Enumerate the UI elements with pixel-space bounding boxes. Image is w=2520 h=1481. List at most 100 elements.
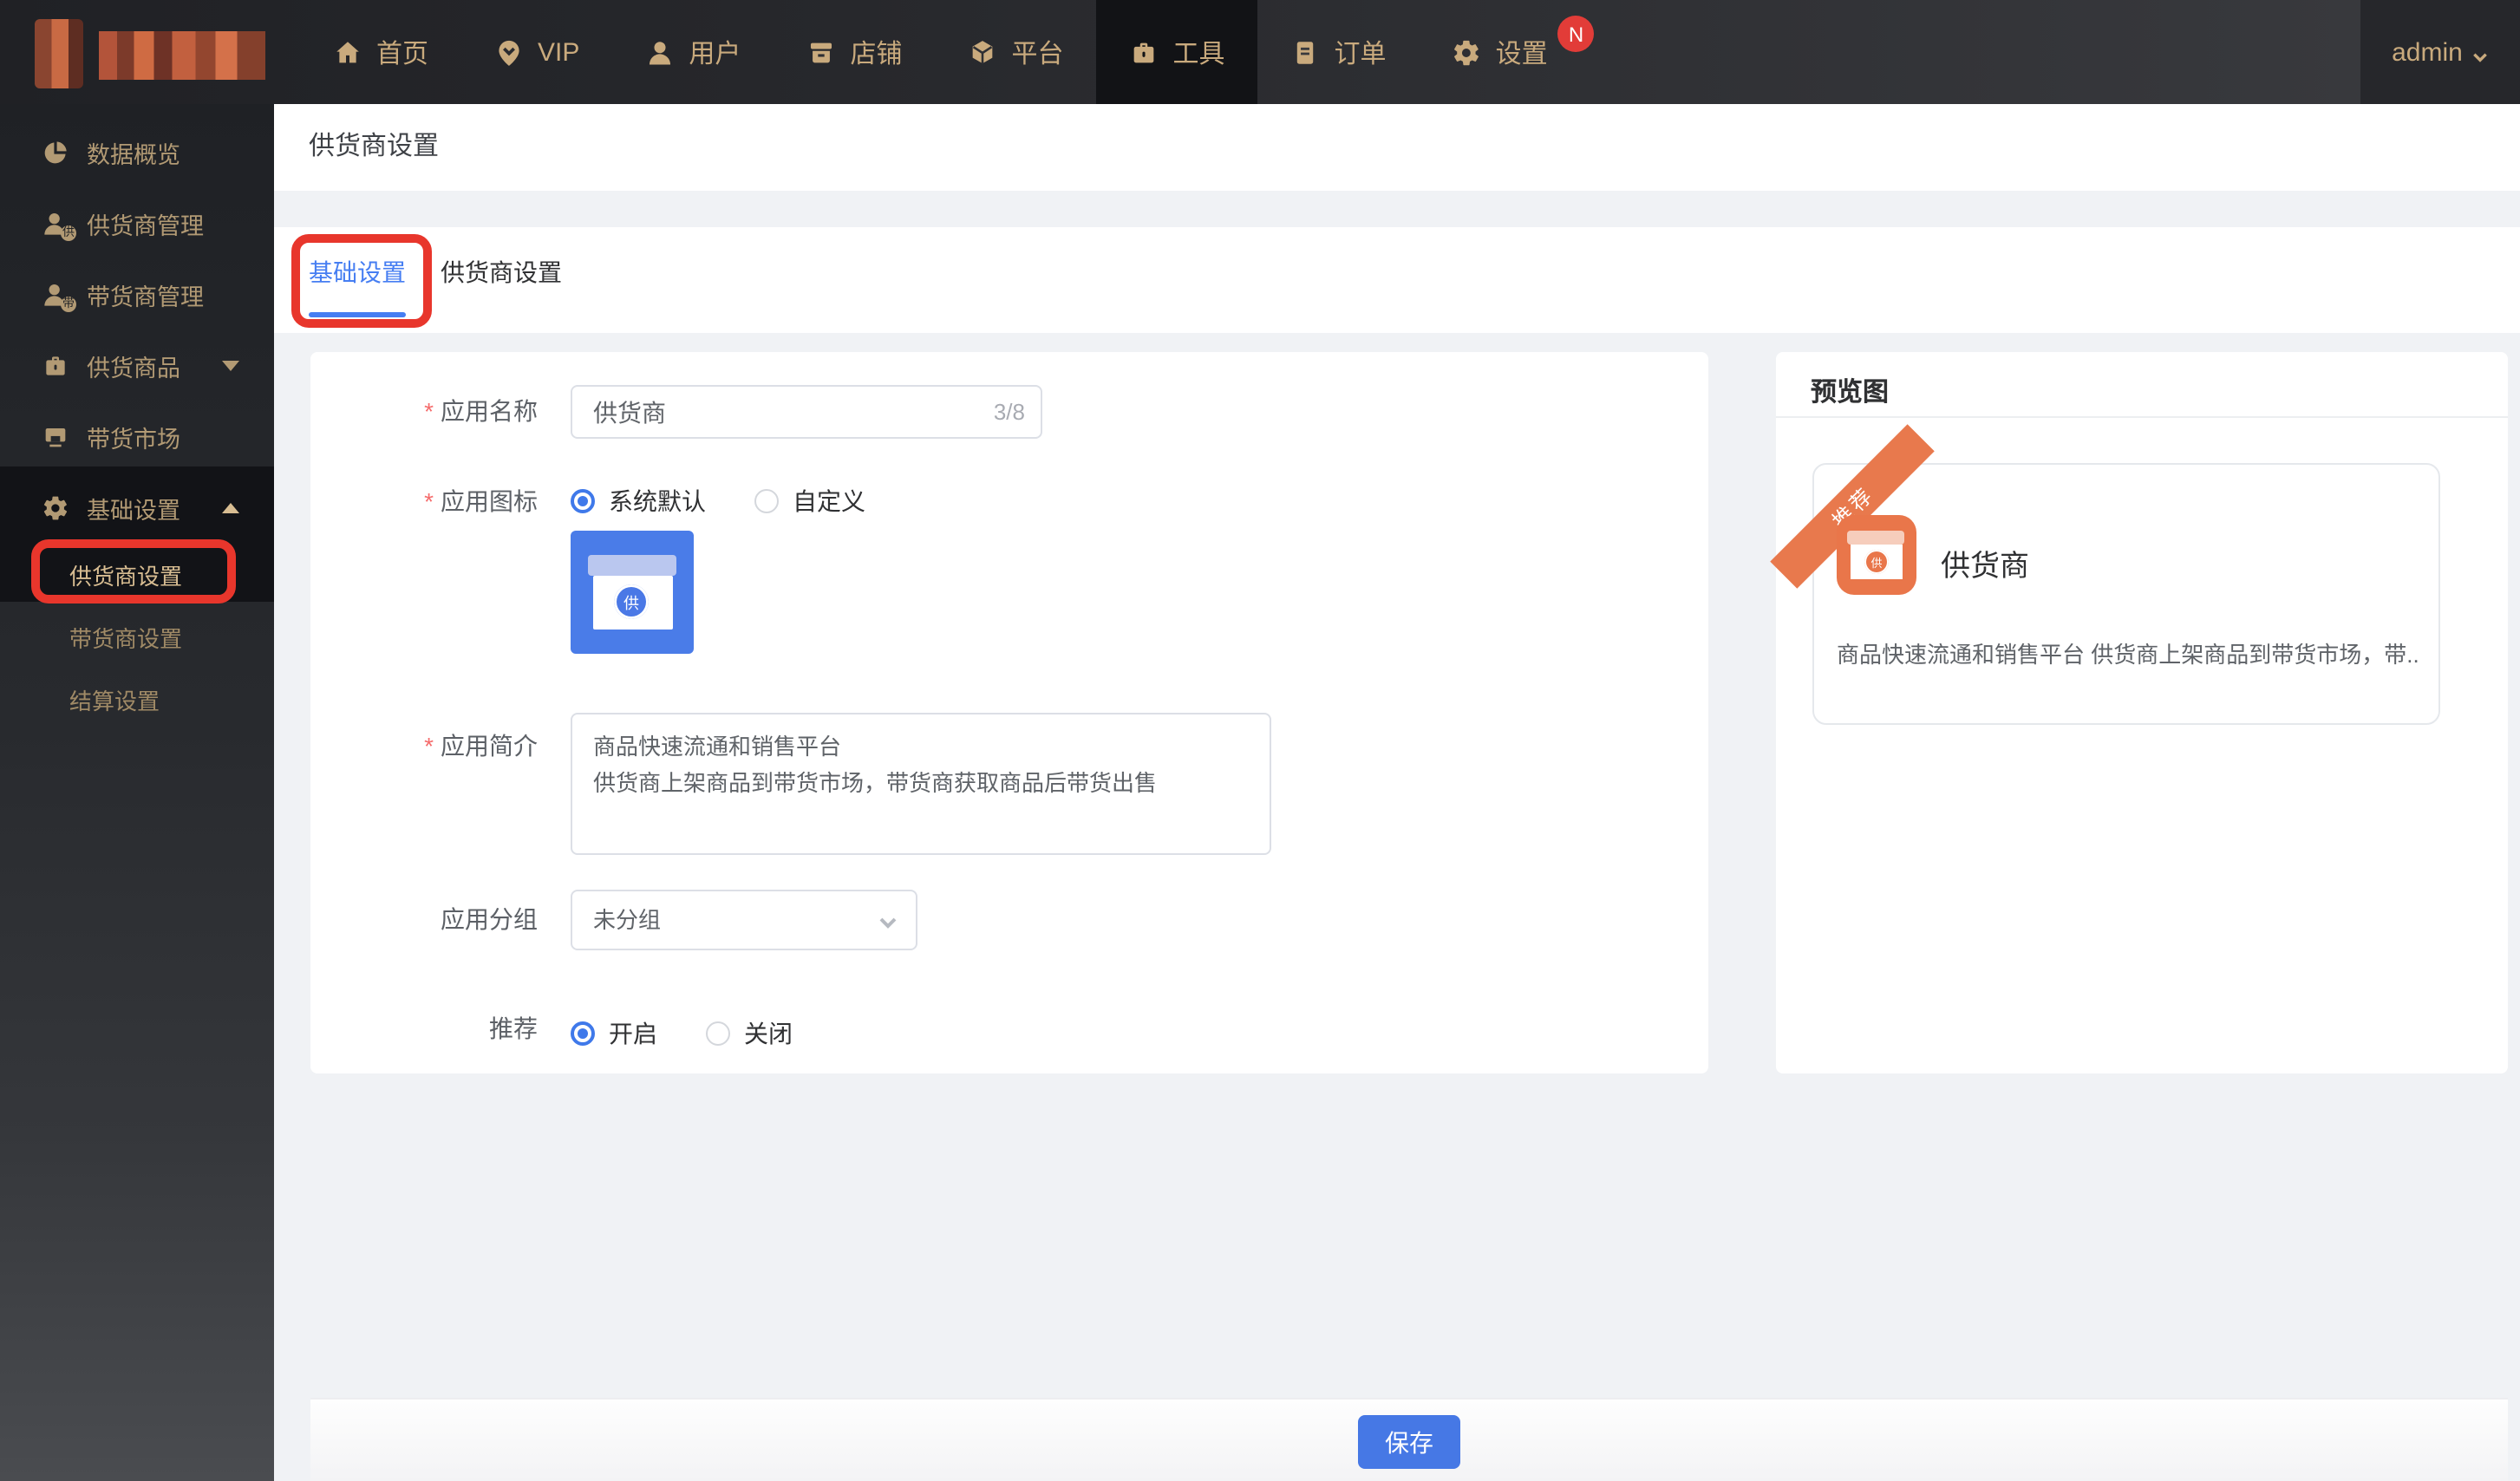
logo-mark [35,19,83,88]
radio-label-system-default[interactable]: 系统默认 [609,484,706,519]
form-row-recommend: 推荐 开启 关闭 [310,1016,1708,1051]
app-intro-textarea[interactable]: 商品快速流通和销售平台 供货商上架商品到带货市场，带货商获取商品后带货出售 [571,713,1271,855]
distributor-user-icon: 带 [42,280,69,308]
nav-item-label: 用户 [689,34,741,70]
sidebar-item-basic-settings[interactable]: 基础设置 [0,472,274,543]
user-icon [645,37,675,67]
page-title: 供货商设置 [309,104,439,191]
nav-item-label: 平台 [1011,34,1063,70]
order-list-icon [1291,37,1321,67]
nav-item-orders[interactable]: 订单 [1258,0,1420,104]
tab-basic-settings[interactable]: 基础设置 [309,227,406,317]
required-asterisk: * [424,397,434,425]
username: admin [2392,37,2463,67]
required-asterisk: * [424,487,434,515]
active-tab-underline [309,312,406,317]
nav-item-shops[interactable]: 店铺 [774,0,935,104]
nav-item-label: 设置 [1496,34,1548,70]
radio-recommend-on[interactable] [571,1021,595,1046]
preview-header: 预览图 [1776,352,2508,418]
new-badge: N [1558,16,1595,52]
radio-label-off[interactable]: 关闭 [744,1016,793,1051]
briefcase-icon [1130,37,1159,67]
supplier-badge: 供 [61,225,76,240]
preview-app-card: 推荐 供 供货商 商品快速流通和销售平台 供货商上架商品到带货市场，带... [1812,463,2440,725]
box-lid-shape [1847,531,1904,545]
app-icon-label: *应用图标 [310,484,571,519]
tab-label: 基础设置 [309,255,406,290]
chevron-down-icon [222,360,239,370]
form-row-app-name: *应用名称 3/8 [310,385,1708,439]
nav-item-label: 订单 [1335,34,1387,70]
sidebar-item-distributor-management[interactable]: 带 带货商管理 [0,258,274,329]
nav-item-platform[interactable]: 平台 [935,0,1096,104]
chevron-down-icon [2471,43,2489,61]
preview-panel: 预览图 推荐 供 供货商 商品快速流通和销售平台 供货商上架商品到带货市场，带.… [1776,352,2508,1073]
app-name-input[interactable] [571,385,1042,439]
nav-item-vip[interactable]: VIP [461,0,612,104]
nav-item-home[interactable]: 首页 [300,0,461,104]
app-name-label: *应用名称 [310,385,571,439]
chevron-up-icon [222,502,239,512]
nav-item-settings[interactable]: 设置 N [1420,0,1581,104]
sidebar-item-label: 数据概览 [87,134,180,169]
distributor-badge: 带 [61,296,76,311]
sidebar-subitem-supplier-settings[interactable]: 供货商设置 [0,543,274,605]
app-icon-preview-image[interactable]: 供 [571,531,694,654]
form-row-app-group: 应用分组 未分组 [310,890,1708,950]
nav-menu: 首页 VIP 用户 店铺 [300,0,1581,104]
sidebar-subitem-settlement-settings[interactable]: 结算设置 [0,668,274,730]
sidebar-subitem-label: 带货商设置 [69,620,182,653]
preview-title: 预览图 [1811,378,1889,408]
sidebar-subitem-distributor-settings[interactable]: 带货商设置 [0,605,274,668]
preview-app-icon: 供 [1837,515,1916,595]
save-button[interactable]: 保存 [1358,1415,1460,1469]
radio-recommend-off[interactable] [706,1021,730,1046]
supplier-glyph-badge: 供 [1864,550,1889,574]
top-navbar: 首页 VIP 用户 店铺 [0,0,2520,104]
char-counter: 3/8 [994,385,1025,439]
sidebar-item-data-overview[interactable]: 数据概览 [0,116,274,187]
goods-case-icon [42,351,69,379]
home-icon [333,37,362,67]
recommend-label: 推荐 [310,1016,571,1051]
settings-form-card: *应用名称 3/8 *应用图标 系统默认 自定义 供 [310,352,1708,1073]
nav-item-label: 首页 [376,34,428,70]
form-row-app-icon: *应用图标 系统默认 自定义 [310,484,1708,519]
sidebar-subitem-label: 供货商设置 [69,558,182,590]
app-logo[interactable] [0,0,295,104]
nav-item-label: VIP [538,37,579,67]
nav-item-tools[interactable]: 工具 [1097,0,1258,104]
supplier-settings-page: 首页 VIP 用户 店铺 [0,0,2520,1481]
chevron-down-icon [878,910,898,931]
tab-bar: 基础设置 供货商设置 [274,227,2520,333]
sidebar-item-label: 带货市场 [87,419,180,453]
gear-icon [42,493,69,521]
required-asterisk: * [424,732,434,760]
nav-item-users[interactable]: 用户 [612,0,774,104]
page-header: 供货商设置 [274,104,2520,191]
sidebar-item-supply-goods[interactable]: 供货商品 [0,329,274,401]
footer-action-bar: 保存 [310,1398,2508,1481]
sidebar-item-label: 供货商品 [87,348,180,382]
storefront-icon [806,37,836,67]
sidebar-item-label: 基础设置 [87,490,180,525]
tab-supplier-settings[interactable]: 供货商设置 [441,227,562,317]
nav-item-label: 工具 [1173,34,1225,70]
app-group-select[interactable]: 未分组 [571,890,917,950]
market-icon [42,422,69,450]
sidebar-item-label: 带货商管理 [87,277,204,311]
pie-chart-icon [42,138,69,166]
sidebar-item-market[interactable]: 带货市场 [0,401,274,472]
box-lid-shape [588,555,676,576]
radio-system-default[interactable] [571,489,595,513]
sidebar: 数据概览 供 供货商管理 带 带货商管理 供货商品 [0,104,274,1481]
radio-label-custom[interactable]: 自定义 [793,484,865,519]
radio-label-on[interactable]: 开启 [609,1016,657,1051]
app-intro-label: *应用简介 [310,713,571,855]
sidebar-item-supplier-management[interactable]: 供 供货商管理 [0,187,274,258]
nav-item-label: 店铺 [850,34,902,70]
user-menu[interactable]: admin [2360,0,2520,104]
radio-custom[interactable] [754,489,779,513]
sidebar-subitem-label: 结算设置 [69,682,160,715]
